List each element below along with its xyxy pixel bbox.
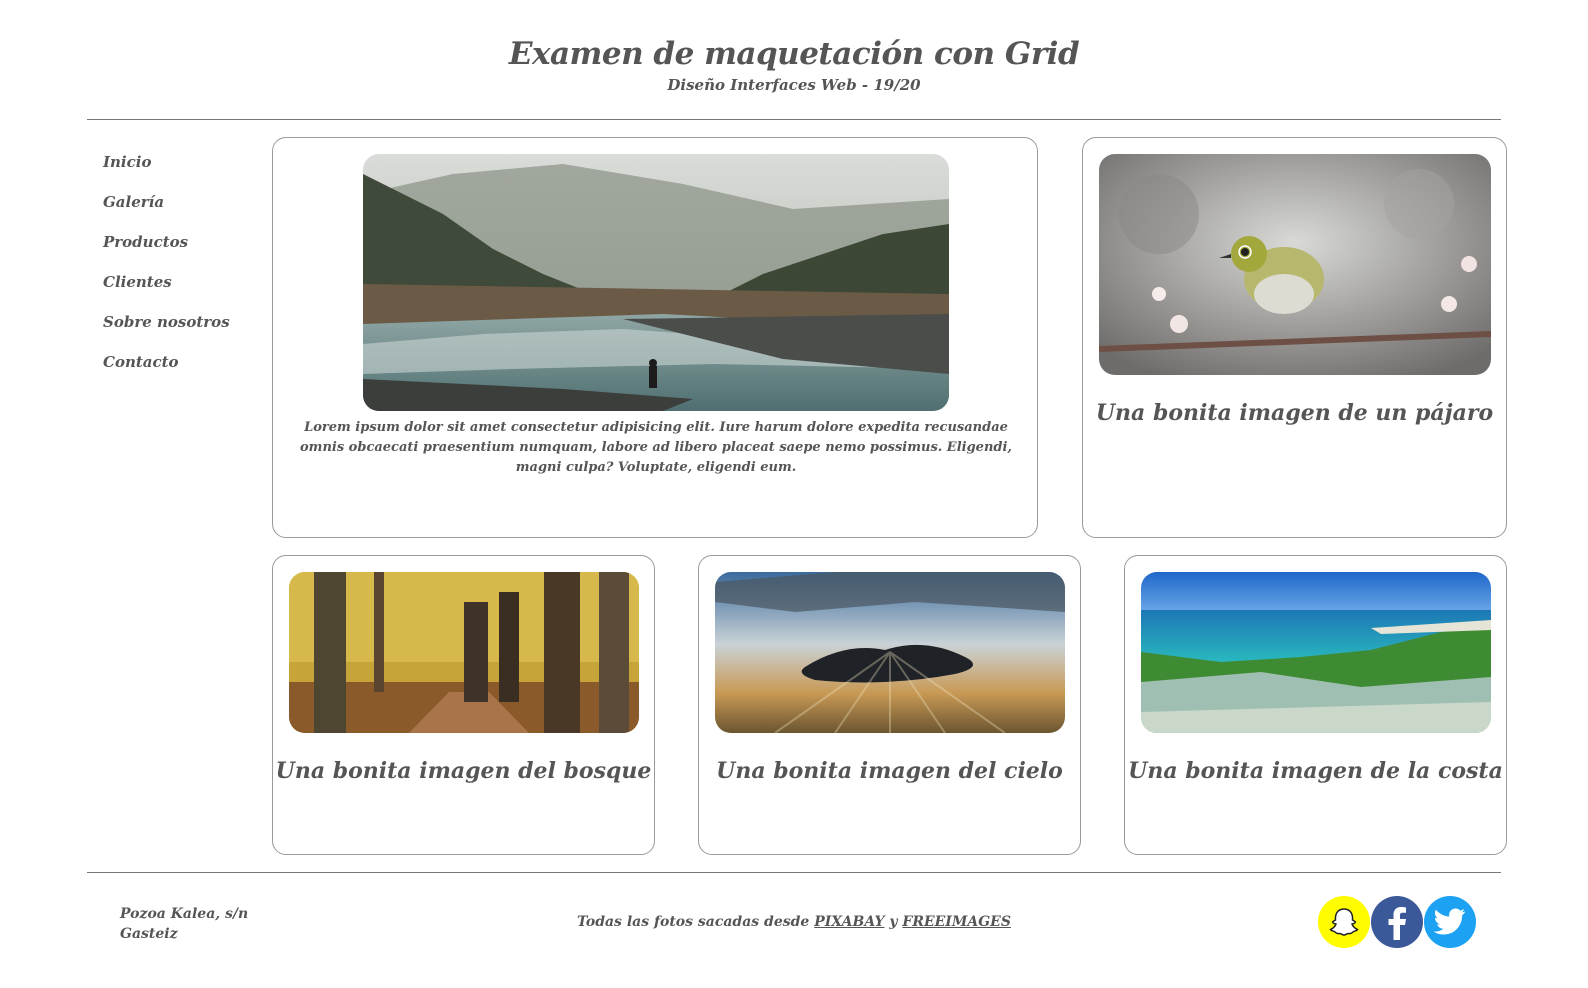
forest-image (289, 572, 639, 733)
footer-divider (87, 872, 1501, 873)
main-paragraph: Lorem ipsum dolor sit amet consectetur a… (300, 420, 1012, 475)
bird-caption: Una bonita imagen de un pájaro (1095, 400, 1494, 426)
nav-item-sobre-nosotros[interactable]: Sobre nosotros (103, 312, 230, 352)
side-nav: Inicio Galería Productos Clientes Sobre … (103, 152, 230, 392)
nav-item-contacto[interactable]: Contacto (103, 352, 230, 392)
coast-caption: Una bonita imagen de la costa (1128, 758, 1503, 784)
twitter-icon[interactable] (1424, 896, 1476, 948)
nav-item-galeria[interactable]: Galería (103, 192, 230, 232)
credits-conjunction: y (889, 914, 898, 930)
nav-item-clientes[interactable]: Clientes (103, 272, 230, 312)
nav-item-productos[interactable]: Productos (103, 232, 230, 272)
freeimages-link[interactable]: FREEIMAGES (902, 914, 1011, 930)
river-image (363, 154, 949, 411)
pixabay-link[interactable]: PIXABAY (814, 914, 884, 930)
page-title: Examen de maquetación con Grid (508, 36, 1080, 72)
sky-image (715, 572, 1065, 733)
bird-image (1099, 154, 1491, 375)
sky-card: Una bonita imagen del cielo (698, 555, 1081, 855)
coast-card: Una bonita imagen de la costa (1124, 555, 1507, 855)
facebook-icon[interactable] (1371, 896, 1423, 948)
sky-caption: Una bonita imagen del cielo (716, 758, 1063, 784)
page-subtitle: Diseño Interfaces Web - 19/20 (667, 76, 921, 94)
header-divider (87, 119, 1501, 120)
snapchat-icon[interactable] (1318, 896, 1370, 948)
coast-image (1141, 572, 1491, 733)
forest-card: Una bonita imagen del bosque (272, 555, 655, 855)
main-card: Lorem ipsum dolor sit amet consectetur a… (272, 137, 1038, 538)
nav-item-inicio[interactable]: Inicio (103, 152, 230, 192)
credits-prefix: Todas las fotos sacadas desde (577, 914, 810, 930)
forest-caption: Una bonita imagen del bosque (275, 758, 652, 784)
bird-card: Una bonita imagen de un pájaro (1082, 137, 1507, 538)
